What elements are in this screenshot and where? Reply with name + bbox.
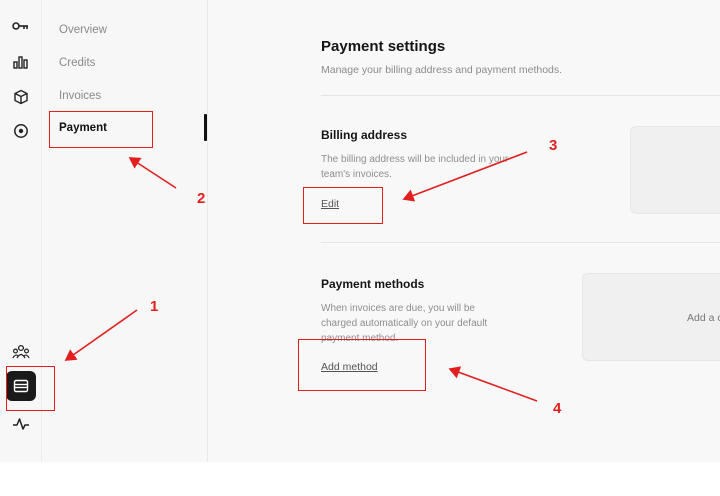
add-card-label: Add a c	[687, 312, 720, 324]
annotation-box-4	[298, 339, 426, 391]
callout-1: 1	[150, 298, 159, 315]
annotation-box-1	[6, 366, 55, 411]
callout-4: 4	[553, 400, 562, 417]
divider	[321, 242, 720, 243]
bottom-strip	[0, 462, 720, 496]
billing-subnav: Overview Credits Invoices Payment	[42, 0, 208, 462]
subnav-item-credits[interactable]: Credits	[59, 57, 95, 69]
active-indicator	[204, 114, 207, 141]
callout-3: 3	[549, 137, 558, 154]
subnav-item-invoices[interactable]: Invoices	[59, 90, 101, 102]
page-title: Payment settings	[321, 38, 446, 55]
activity-icon[interactable]	[10, 413, 32, 435]
bar-chart-icon[interactable]	[10, 51, 32, 73]
billing-address-title: Billing address	[321, 128, 408, 142]
team-icon[interactable]	[10, 341, 32, 363]
main-content: Payment settings Manage your billing add…	[208, 0, 720, 462]
target-icon[interactable]	[10, 120, 32, 142]
payment-methods-title: Payment methods	[321, 277, 425, 291]
callout-2: 2	[197, 190, 206, 207]
billing-address-description: The billing address will be included in …	[321, 154, 509, 180]
billing-address-card	[630, 126, 720, 214]
subnav-item-overview[interactable]: Overview	[59, 24, 107, 36]
add-payment-card[interactable]: Add a c	[582, 273, 720, 361]
divider	[321, 95, 720, 96]
annotation-box-2	[49, 111, 153, 148]
page-subtitle: Manage your billing address and payment …	[321, 64, 563, 76]
cube-icon[interactable]	[10, 86, 32, 108]
annotation-box-3	[303, 187, 383, 224]
key-icon[interactable]	[10, 15, 32, 37]
